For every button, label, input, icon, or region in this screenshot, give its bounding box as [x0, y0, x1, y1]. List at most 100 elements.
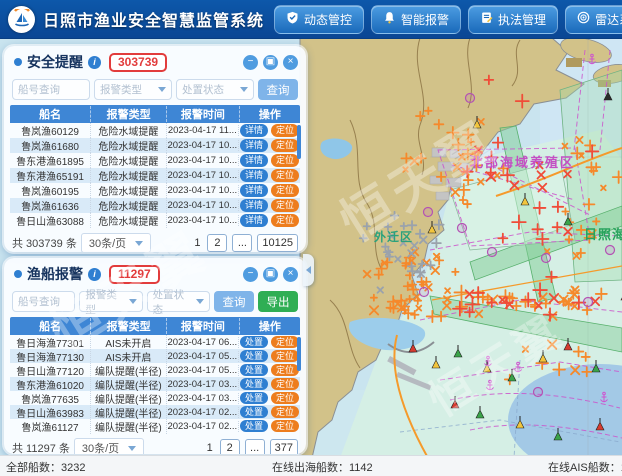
locate-button[interactable]: 定位 [271, 169, 299, 181]
locate-button[interactable]: 定位 [271, 184, 299, 196]
row-actions: 详情定位 [239, 124, 300, 136]
shield-check-icon [286, 11, 299, 27]
row-action-button[interactable]: 处置 [240, 364, 268, 376]
ship-number-input[interactable] [12, 291, 75, 312]
table-body: 鲁岚渔60129危险水域提醒2023-04-17 11...详情定位鲁岚渔616… [10, 123, 300, 228]
handle-status-select[interactable]: 处置状态 [176, 79, 254, 100]
restore-button[interactable]: ▣ [263, 55, 278, 70]
alarm-count-badge: 303739 [109, 53, 167, 72]
locate-button[interactable]: 定位 [271, 214, 299, 226]
table-scrollbar[interactable] [297, 337, 301, 371]
pagination: 共 11297 条 30条/页 12...377 [4, 433, 306, 454]
chevron-down-icon [158, 87, 166, 92]
page-button[interactable]: ... [232, 234, 252, 252]
ship-name: 鲁岚渔61680 [10, 138, 91, 153]
ship-name: 鲁岚渔60129 [10, 123, 91, 138]
locate-button[interactable]: 定位 [271, 124, 299, 136]
row-action-button[interactable]: 处置 [240, 420, 268, 432]
ship-number-input[interactable] [12, 79, 90, 100]
handle-status-select[interactable]: 处置状态 [147, 291, 210, 312]
info-icon[interactable]: i [88, 268, 101, 281]
table-scrollbar[interactable] [297, 125, 301, 159]
locate-button[interactable]: 定位 [271, 154, 299, 166]
alarm-time: 2023-04-17 06... [167, 337, 240, 348]
alarm-type-select[interactable]: 报警类型 [94, 79, 172, 100]
export-button[interactable]: 导出 [258, 291, 298, 312]
page-button[interactable]: 377 [270, 439, 298, 454]
locate-button[interactable]: 定位 [271, 336, 299, 348]
ship-name: 鲁岚渔77635 [10, 391, 91, 406]
query-button[interactable]: 查询 [258, 79, 298, 100]
minimize-button[interactable]: − [243, 55, 258, 70]
page-size-select[interactable]: 30条/页 [81, 233, 151, 252]
panel-dot-icon [14, 270, 22, 278]
row-actions: 处置定位 [239, 420, 300, 432]
table-row: 鲁岚渔61127编队提醒(半径)2023-04-17 02...处置定位 [10, 419, 300, 433]
row-action-button[interactable]: 处置 [240, 350, 268, 362]
total-ships-stat: 全部船数：3232 [6, 459, 85, 475]
query-button[interactable]: 查询 [214, 291, 254, 312]
restore-button[interactable]: ▣ [263, 267, 278, 282]
alarm-type: 危险水域提醒 [91, 213, 166, 228]
row-action-button[interactable]: 详情 [240, 124, 268, 136]
row-action-button[interactable]: 详情 [240, 199, 268, 211]
table-row: 鲁日山渔63088危险水域提醒2023-04-17 10...详情定位 [10, 213, 300, 228]
row-action-button[interactable]: 详情 [240, 154, 268, 166]
locate-button[interactable]: 定位 [271, 378, 299, 390]
ship-name: 鲁岚渔60195 [10, 183, 91, 198]
row-action-button[interactable]: 处置 [240, 406, 268, 418]
row-actions: 详情定位 [239, 139, 300, 151]
locate-button[interactable]: 定位 [271, 139, 299, 151]
table-row: 鲁东港渔65191危险水域提醒2023-04-17 10...详情定位 [10, 168, 300, 183]
close-button[interactable]: × [283, 267, 298, 282]
row-action-button[interactable]: 处置 [240, 336, 268, 348]
alarm-time: 2023-04-17 10... [167, 215, 240, 226]
table-body: 鲁日海渔77301AIS未开启2023-04-17 06...处置定位鲁日海渔7… [10, 335, 300, 433]
table-row: 鲁东港渔61020编队提醒(半径)2023-04-17 03...处置定位 [10, 377, 300, 391]
nav-law-enforcement[interactable]: 执法管理 [468, 5, 558, 34]
alarm-type: 危险水域提醒 [91, 168, 166, 183]
row-actions: 处置定位 [239, 406, 300, 418]
current-page[interactable]: 1 [192, 237, 202, 249]
locate-button[interactable]: 定位 [271, 350, 299, 362]
locate-button[interactable]: 定位 [271, 199, 299, 211]
alarm-type: 编队提醒(半径) [91, 419, 166, 434]
page-button[interactable]: ... [245, 439, 265, 454]
search-row: 报警类型 处置状态 查询 导出 [4, 288, 306, 316]
nav-dynamic-control[interactable]: 动态管控 [274, 5, 364, 34]
alarm-time: 2023-04-17 03... [167, 379, 240, 390]
page-button[interactable]: 2 [207, 234, 227, 252]
search-row: 报警类型 处置状态 查询 [4, 76, 306, 104]
page-buttons: 12... 377 [205, 439, 298, 454]
alarm-type: AIS未开启 [91, 349, 166, 364]
alarm-time: 2023-04-17 10... [167, 170, 240, 181]
row-action-button[interactable]: 详情 [240, 184, 268, 196]
nav-radar-system[interactable]: 雷达系统 [565, 5, 622, 34]
page-button[interactable]: 10125 [257, 234, 298, 252]
locate-button[interactable]: 定位 [271, 420, 299, 432]
locate-button[interactable]: 定位 [271, 392, 299, 404]
page-button[interactable]: 2 [220, 439, 240, 454]
minimize-button[interactable]: − [243, 267, 258, 282]
current-page[interactable]: 1 [205, 442, 215, 454]
row-action-button[interactable]: 详情 [240, 139, 268, 151]
alarm-type-select[interactable]: 报警类型 [79, 291, 142, 312]
alarm-type: 危险水域提醒 [91, 138, 166, 153]
app-title: 日照市渔业安全智慧监管系统 [43, 7, 264, 31]
panel-dot-icon [14, 58, 22, 66]
info-icon[interactable]: i [88, 56, 101, 69]
panel-collapse-tab[interactable] [303, 254, 314, 286]
row-actions: 详情定位 [239, 184, 300, 196]
locate-button[interactable]: 定位 [271, 406, 299, 418]
row-action-button[interactable]: 详情 [240, 169, 268, 181]
page-size-select[interactable]: 30条/页 [74, 438, 144, 454]
row-action-button[interactable]: 处置 [240, 378, 268, 390]
close-button[interactable]: × [283, 55, 298, 70]
nav-smart-alarm[interactable]: 智能报警 [371, 5, 461, 34]
alarm-time: 2023-04-17 10... [167, 185, 240, 196]
ship-name: 鲁东港渔61020 [10, 377, 91, 392]
table-row: 鲁日海渔77130AIS未开启2023-04-17 05...处置定位 [10, 349, 300, 363]
row-action-button[interactable]: 处置 [240, 392, 268, 404]
row-action-button[interactable]: 详情 [240, 214, 268, 226]
locate-button[interactable]: 定位 [271, 364, 299, 376]
